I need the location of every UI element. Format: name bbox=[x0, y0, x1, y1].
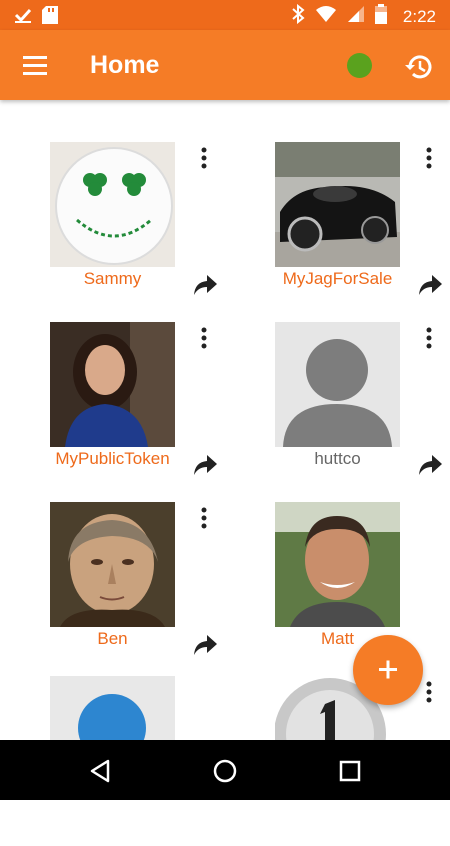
navigation-bar bbox=[0, 740, 450, 800]
home-icon[interactable] bbox=[210, 756, 240, 786]
more-vert-icon[interactable] bbox=[194, 146, 214, 172]
share-icon[interactable] bbox=[417, 454, 443, 476]
token-label[interactable]: Sammy bbox=[30, 269, 195, 289]
token-card[interactable]: Sammy bbox=[50, 142, 225, 312]
token-image[interactable] bbox=[50, 142, 175, 267]
add-icon bbox=[379, 660, 397, 679]
history-icon[interactable] bbox=[402, 50, 436, 84]
share-icon[interactable] bbox=[192, 454, 218, 476]
more-vert-icon[interactable] bbox=[419, 146, 439, 172]
token-card[interactable]: MyJagForSale bbox=[275, 142, 450, 312]
sd-card-icon bbox=[42, 6, 58, 29]
token-image[interactable] bbox=[50, 322, 175, 447]
token-card[interactable]: Ben bbox=[50, 502, 225, 672]
cell-signal-icon bbox=[347, 5, 365, 28]
check-icon bbox=[14, 6, 32, 29]
more-vert-icon[interactable] bbox=[194, 326, 214, 352]
token-label[interactable]: MyJagForSale bbox=[255, 269, 420, 289]
wifi-icon bbox=[315, 5, 337, 28]
back-icon[interactable] bbox=[86, 756, 116, 786]
status-bar: 2:22 bbox=[0, 0, 450, 30]
page-title: Home bbox=[90, 51, 160, 79]
share-icon[interactable] bbox=[192, 634, 218, 656]
token-label[interactable]: huttco bbox=[255, 449, 420, 469]
add-token-button[interactable] bbox=[353, 635, 423, 705]
token-image[interactable] bbox=[275, 322, 400, 447]
more-vert-icon[interactable] bbox=[419, 326, 439, 352]
token-card[interactable]: MyPublicToken bbox=[50, 322, 225, 492]
share-icon[interactable] bbox=[192, 274, 218, 296]
token-image[interactable] bbox=[50, 676, 175, 740]
menu-icon[interactable] bbox=[18, 48, 52, 82]
share-icon[interactable] bbox=[417, 274, 443, 296]
token-label[interactable]: Ben bbox=[30, 629, 195, 649]
more-vert-icon[interactable] bbox=[194, 506, 214, 532]
token-card[interactable]: huttco bbox=[275, 322, 450, 492]
token-label[interactable]: MyPublicToken bbox=[30, 449, 195, 469]
battery-icon bbox=[374, 4, 387, 29]
token-image[interactable] bbox=[275, 502, 400, 627]
bluetooth-icon bbox=[291, 3, 305, 29]
token-image[interactable] bbox=[50, 502, 175, 627]
clock: 2:22 bbox=[402, 6, 436, 26]
token-image[interactable] bbox=[275, 142, 400, 267]
recents-icon[interactable] bbox=[335, 756, 365, 786]
app-bar: Home bbox=[0, 30, 450, 100]
connection-status-indicator[interactable] bbox=[347, 53, 372, 78]
